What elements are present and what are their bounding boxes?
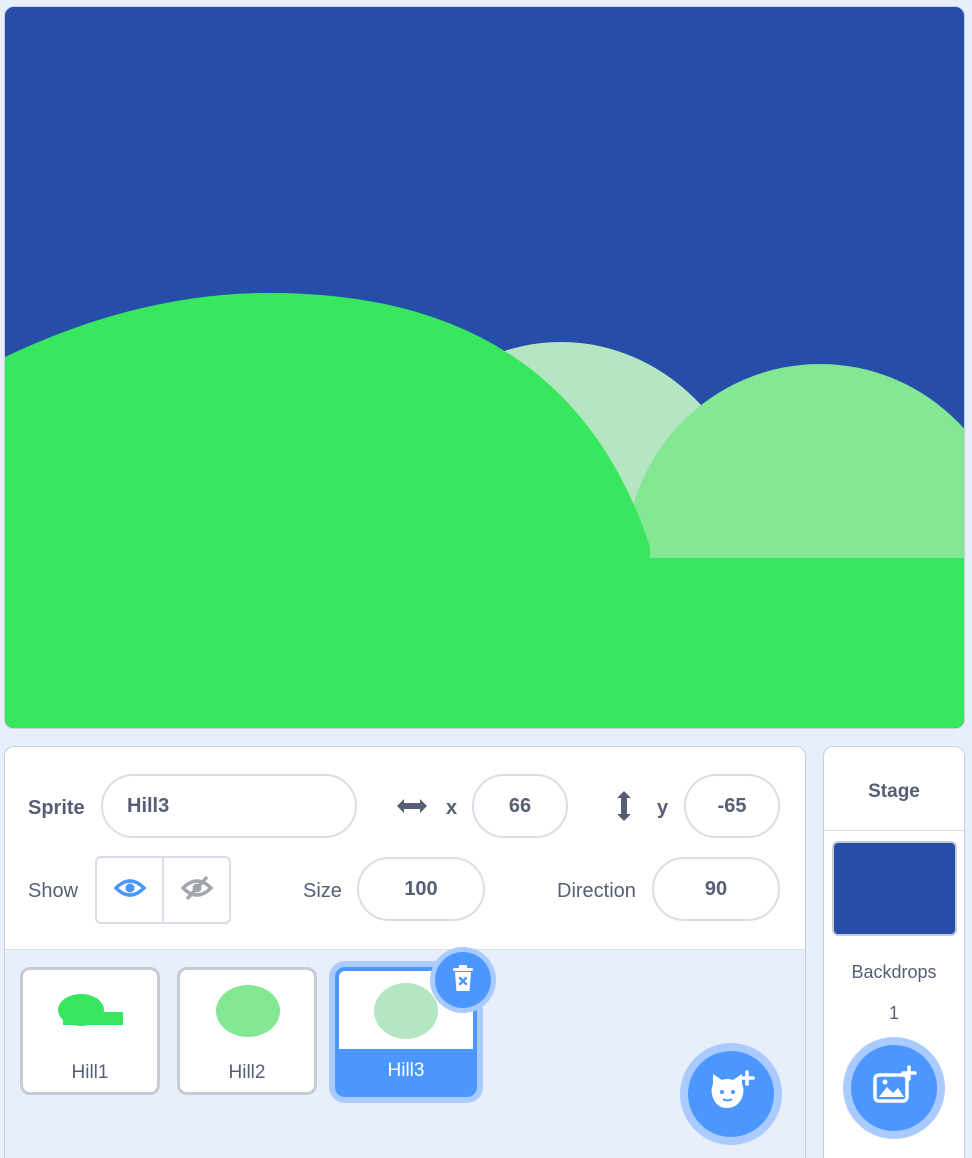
x-arrow-icon xyxy=(395,795,429,822)
hill2-thumbnail xyxy=(216,985,280,1037)
show-eye-icon xyxy=(113,877,146,904)
x-label: x xyxy=(446,797,458,819)
backdrops-label: Backdrops xyxy=(851,962,937,982)
sprite-tile-hill2[interactable]: Hill2 xyxy=(177,967,317,1095)
stage-title: Stage xyxy=(868,781,920,802)
direction-input[interactable]: 90 xyxy=(652,857,780,921)
hide-sprite-button[interactable] xyxy=(164,858,229,922)
trash-icon xyxy=(449,963,477,998)
choose-backdrop-button[interactable] xyxy=(851,1045,937,1131)
show-toggle-group xyxy=(95,856,231,924)
hill1-thumbnail xyxy=(58,994,123,1026)
sprite-tile-name: Hill3 xyxy=(387,1060,425,1081)
backdrops-count: 1 xyxy=(888,1003,899,1023)
stage-thumbnail[interactable] xyxy=(832,841,957,936)
y-position-input[interactable]: -65 xyxy=(684,774,780,838)
hide-eye-icon xyxy=(180,875,213,906)
delete-sprite-button[interactable] xyxy=(435,952,491,1008)
choose-sprite-cat-icon xyxy=(707,1069,755,1119)
sprite-tile-name: Hill1 xyxy=(71,1062,109,1083)
y-arrow-icon xyxy=(613,789,635,828)
sprite-info-panel: Sprite Hill3 x 66 y -65 Show Size 100 Di… xyxy=(4,746,806,1158)
stage-selector-panel[interactable]: Stage Backdrops 1 xyxy=(823,746,965,1158)
sprite-tile-hill1[interactable]: Hill1 xyxy=(20,967,160,1095)
size-input[interactable]: 100 xyxy=(357,857,485,921)
show-sprite-button[interactable] xyxy=(97,858,164,922)
choose-backdrop-icon xyxy=(871,1064,917,1112)
size-label: Size xyxy=(303,880,342,902)
sprite-label: Sprite xyxy=(28,797,85,819)
direction-label: Direction xyxy=(557,880,636,902)
sprite-list: Hill1 Hill2 Hill3 xyxy=(5,949,805,1158)
stage-canvas[interactable] xyxy=(4,6,965,729)
sprite-name-input[interactable]: Hill3 xyxy=(101,774,357,838)
stage-panel-divider xyxy=(824,830,964,831)
show-label: Show xyxy=(28,880,79,902)
stage-scene xyxy=(5,7,964,728)
y-label: y xyxy=(657,797,669,819)
sprite-tile-name: Hill2 xyxy=(228,1062,266,1083)
choose-sprite-button[interactable] xyxy=(688,1051,774,1137)
x-position-input[interactable]: 66 xyxy=(472,774,568,838)
